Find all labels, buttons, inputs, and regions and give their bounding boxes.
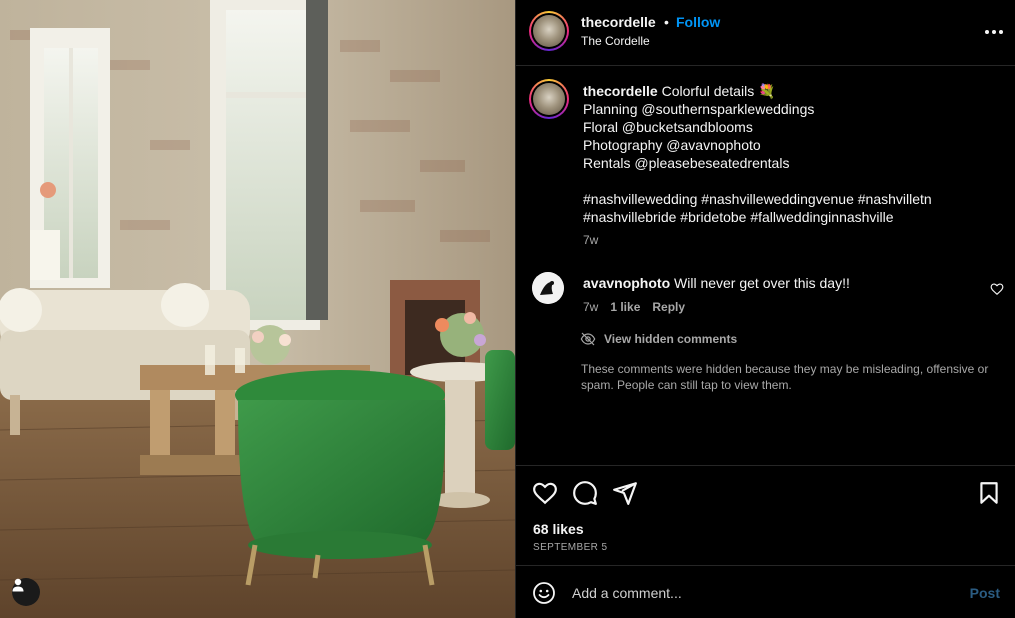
caption-text: thecordelle Colorful details 💐 Planning …: [583, 82, 983, 226]
comment-time: 7w: [583, 300, 599, 314]
save-bookmark-icon[interactable]: [976, 480, 1002, 506]
caption-line: Rentals @pleasebeseatedrentals: [583, 155, 790, 171]
header-location[interactable]: The Cordelle: [581, 34, 650, 48]
post-actions: 68 likes SEPTEMBER 5: [516, 465, 1015, 565]
header-username[interactable]: thecordelle: [581, 14, 656, 30]
profile-avatar[interactable]: [529, 11, 569, 51]
caption-avatar[interactable]: [529, 79, 569, 119]
post-header: thecordelle • Follow The Cordelle: [516, 0, 1015, 66]
more-options-icon[interactable]: [984, 22, 1004, 42]
caption-line: Photography @avavnophoto: [583, 137, 761, 153]
commenter-avatar[interactable]: [532, 272, 564, 304]
post-date: SEPTEMBER 5: [533, 542, 608, 553]
caption-line: Floral @bucketsandblooms: [583, 119, 753, 135]
share-send-icon[interactable]: [612, 480, 638, 506]
commenter-logo-icon: [532, 272, 564, 304]
reply-button[interactable]: Reply: [652, 300, 685, 314]
eye-off-icon: [580, 332, 596, 346]
follow-button[interactable]: Follow: [676, 14, 720, 30]
comment-body: Will never get over this day!!: [674, 275, 850, 291]
tagged-users-button[interactable]: [12, 578, 40, 606]
caption-timestamp: 7w: [583, 233, 599, 247]
hidden-comments-note: These comments were hidden because they …: [581, 362, 989, 392]
comment-username[interactable]: avavnophoto: [583, 275, 670, 291]
separator-dot: •: [664, 14, 669, 30]
emoji-icon[interactable]: [532, 581, 556, 605]
likes-count[interactable]: 68 likes: [533, 521, 584, 537]
caption-hashtags[interactable]: #nashvillewedding #nashvilleweddingvenue…: [583, 190, 983, 208]
add-comment-bar: Post: [516, 565, 1015, 618]
like-heart-icon[interactable]: [532, 480, 558, 506]
post-comment-button[interactable]: Post: [970, 585, 1000, 601]
comment-text: avavnophoto Will never get over this day…: [583, 275, 850, 291]
comment-meta: 7w 1 like Reply: [583, 300, 685, 314]
comment-bubble-icon[interactable]: [572, 480, 598, 506]
post-details-panel: thecordelle • Follow The Cordelle thecor…: [515, 0, 1015, 618]
comment-like-icon[interactable]: [990, 282, 1004, 296]
view-hidden-comments-button[interactable]: View hidden comments: [580, 331, 737, 347]
venue-lounge-image: [0, 0, 515, 618]
caption-username[interactable]: thecordelle: [583, 83, 658, 99]
caption-line: Planning @southernsparkleweddings: [583, 101, 815, 117]
caption-title: Colorful details 💐: [661, 83, 776, 99]
person-icon: [12, 578, 24, 592]
view-hidden-comments-label: View hidden comments: [604, 332, 738, 346]
post-photo[interactable]: [0, 0, 515, 618]
caption-hashtags[interactable]: #nashvillebride #bridetobe #fallweddingi…: [583, 208, 983, 226]
add-comment-input[interactable]: [572, 580, 952, 606]
comment-likes[interactable]: 1 like: [610, 300, 640, 314]
